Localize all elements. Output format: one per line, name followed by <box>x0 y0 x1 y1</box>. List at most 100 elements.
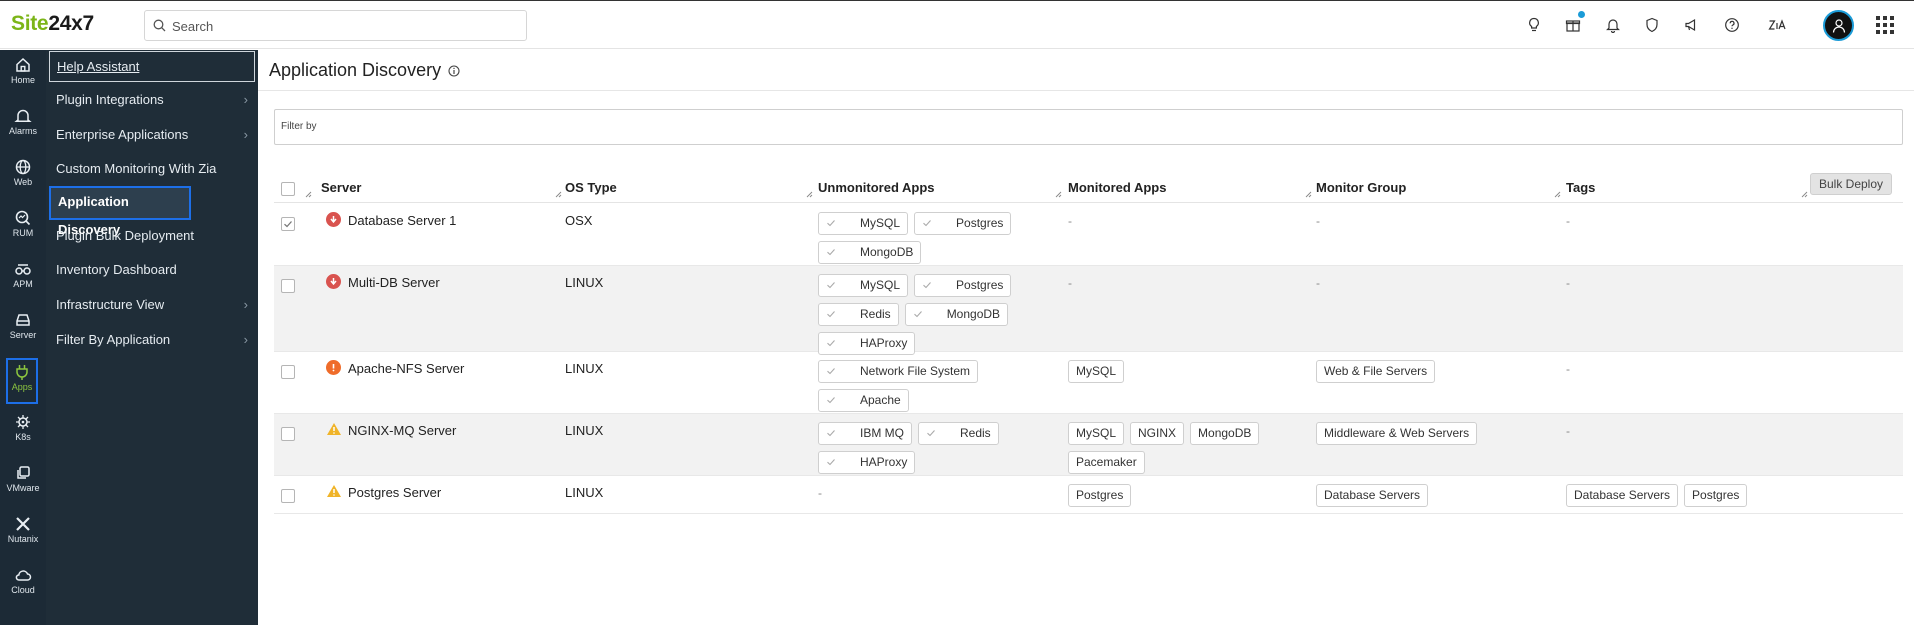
monitored-apps: MySQL NGINX MongoDB Pacemaker <box>1068 422 1308 474</box>
search-input[interactable] <box>172 16 512 36</box>
app-chip[interactable]: Redis <box>818 303 899 326</box>
app-chip-label: MongoDB <box>946 307 1001 321</box>
column-header-tags[interactable]: Tags <box>1566 180 1595 195</box>
rail-item-web[interactable]: Web <box>0 152 46 202</box>
rail-item-cloud[interactable]: Cloud <box>0 560 46 610</box>
column-resize-handle[interactable] <box>1801 191 1808 198</box>
column-resize-handle[interactable] <box>1055 191 1062 198</box>
submenu-help-assistant[interactable]: Help Assistant <box>49 51 255 82</box>
user-avatar[interactable] <box>1823 10 1854 41</box>
app-chip[interactable]: MySQL <box>818 274 909 297</box>
column-header-os-type[interactable]: OS Type <box>565 180 617 195</box>
column-header-monitored-apps[interactable]: Monitored Apps <box>1068 180 1166 195</box>
submenu-application-discovery[interactable]: Application Discovery <box>49 186 191 237</box>
help-icon[interactable] <box>1722 15 1742 35</box>
app-chip[interactable]: IBM MQ <box>818 422 912 445</box>
rail-item-rum[interactable]: RUM <box>0 203 46 253</box>
rail-label: RUM <box>12 228 34 238</box>
rail-label: Web <box>13 177 33 187</box>
column-header-unmonitored-apps[interactable]: Unmonitored Apps <box>818 180 935 195</box>
gift-icon[interactable] <box>1563 15 1583 35</box>
cloud-icon <box>15 570 32 581</box>
rail-item-vmware[interactable]: VMware <box>0 458 46 508</box>
column-resize-handle[interactable] <box>1305 191 1312 198</box>
rail-label: Alarms <box>8 126 37 136</box>
table-row[interactable]: Apache-NFS Server LINUX Network File Sys… <box>274 352 1903 414</box>
server-name[interactable]: Multi-DB Server <box>348 275 440 290</box>
site24x7-logo[interactable]: Site24x7 <box>11 12 94 36</box>
rail-item-apps[interactable]: Apps <box>5 357 39 405</box>
chevron-right-icon: › <box>243 332 248 347</box>
apps-grid-icon[interactable] <box>1876 16 1894 34</box>
server-name[interactable]: Apache-NFS Server <box>348 361 464 376</box>
submenu-plugin-bulk-deployment[interactable]: Plugin Bulk Deployment <box>46 220 258 252</box>
home-icon <box>16 57 30 72</box>
submenu-custom-monitoring-zia[interactable]: Custom Monitoring With Zia <box>46 153 258 185</box>
check-icon <box>827 249 835 256</box>
monitored-app-chip[interactable]: MongoDB <box>1190 422 1260 445</box>
monitor-group-chip[interactable]: Database Servers <box>1316 484 1429 507</box>
column-resize-handle[interactable] <box>305 191 312 198</box>
server-name[interactable]: Postgres Server <box>348 485 441 500</box>
submenu-infrastructure-view[interactable]: Infrastructure View › <box>46 289 258 321</box>
column-header-server[interactable]: Server <box>321 180 361 195</box>
app-chip[interactable]: Network File System <box>818 360 979 383</box>
monitor-group-chip[interactable]: Web & File Servers <box>1316 360 1436 383</box>
monitored-app-chip[interactable]: Postgres <box>1068 484 1132 507</box>
rail-item-k8s[interactable]: K8s <box>0 407 46 457</box>
server-name[interactable]: Database Server 1 <box>348 213 456 228</box>
tag-chip[interactable]: Postgres <box>1684 484 1748 507</box>
column-resize-handle[interactable] <box>1554 191 1561 198</box>
monitored-app-chip[interactable]: MySQL <box>1068 422 1125 445</box>
app-chip[interactable]: MySQL <box>818 212 909 235</box>
app-chip[interactable]: MongoDB <box>904 303 1009 326</box>
rail-item-apm[interactable]: APM <box>0 254 46 304</box>
rail-item-home[interactable]: Home <box>0 50 46 100</box>
table-row[interactable]: NGINX-MQ Server LINUX IBM MQ Redis HAPro… <box>274 414 1903 476</box>
row-checkbox[interactable] <box>281 365 295 379</box>
rail-item-nutanix[interactable]: Nutanix <box>0 509 46 559</box>
megaphone-icon[interactable] <box>1682 15 1702 35</box>
monitored-app-chip[interactable]: MySQL <box>1068 360 1125 383</box>
app-chip-label: HAProxy <box>860 455 908 469</box>
rail-item-alarms[interactable]: Alarms <box>0 101 46 151</box>
app-chip[interactable]: Postgres <box>914 274 1012 297</box>
logo-part-24x7: 24x7 <box>48 12 94 35</box>
row-checkbox[interactable] <box>281 489 295 503</box>
info-icon[interactable] <box>448 65 460 77</box>
app-chip[interactable]: Postgres <box>914 212 1012 235</box>
column-header-monitor-group[interactable]: Monitor Group <box>1316 180 1406 195</box>
monitor-group-chip[interactable]: Middleware & Web Servers <box>1316 422 1478 445</box>
server-icon <box>16 314 30 326</box>
monitored-app-chip[interactable]: Pacemaker <box>1068 451 1145 474</box>
app-chip-label: Postgres <box>956 278 1004 292</box>
server-name[interactable]: NGINX-MQ Server <box>348 423 456 438</box>
monitored-app-chip[interactable]: NGINX <box>1130 422 1185 445</box>
submenu-plugin-integrations[interactable]: Plugin Integrations › <box>46 84 258 116</box>
submenu-enterprise-applications[interactable]: Enterprise Applications › <box>46 119 258 151</box>
rail-item-server[interactable]: Server <box>0 305 46 355</box>
bulk-deploy-button[interactable]: Bulk Deploy <box>1810 173 1892 195</box>
zia-icon[interactable] <box>1767 15 1787 35</box>
select-all-checkbox[interactable] <box>281 182 295 196</box>
lightbulb-icon[interactable] <box>1524 15 1544 35</box>
app-chip[interactable]: HAProxy <box>818 451 916 474</box>
shield-icon[interactable] <box>1642 15 1662 35</box>
column-resize-handle[interactable] <box>555 191 562 198</box>
row-checkbox[interactable] <box>281 427 295 441</box>
table-row[interactable]: Database Server 1 OSX MySQL Postgres Mon… <box>274 204 1903 266</box>
submenu-filter-by-application[interactable]: Filter By Application › <box>46 324 258 356</box>
row-checkbox[interactable] <box>281 217 295 231</box>
column-resize-handle[interactable] <box>806 191 813 198</box>
app-chip[interactable]: Redis <box>918 422 999 445</box>
table-row[interactable]: Postgres Server LINUX - Postgres Databas… <box>274 476 1903 514</box>
app-chip[interactable]: Apache <box>818 389 909 412</box>
submenu-inventory-dashboard[interactable]: Inventory Dashboard <box>46 254 258 286</box>
search-box[interactable] <box>144 10 527 41</box>
table-row[interactable]: Multi-DB Server LINUX MySQL Postgres Red… <box>274 266 1903 355</box>
bell-icon[interactable] <box>1603 15 1623 35</box>
row-checkbox[interactable] <box>281 279 295 293</box>
app-chip[interactable]: MongoDB <box>818 241 922 264</box>
tag-chip[interactable]: Database Servers <box>1566 484 1679 507</box>
filter-by-input[interactable]: Filter by <box>274 109 1903 145</box>
